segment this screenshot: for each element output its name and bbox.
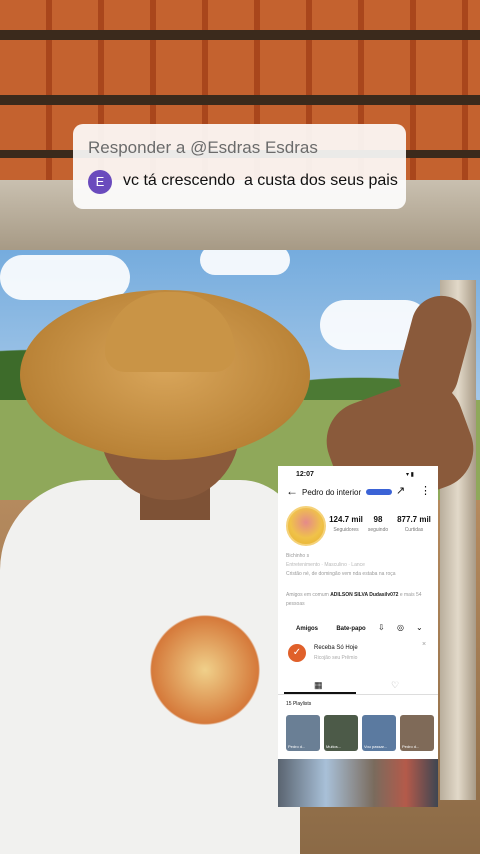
playlist-thumb[interactable]: Pedro d... (400, 715, 434, 751)
stat-following[interactable]: 98 seguindo (358, 515, 398, 533)
cloud (0, 255, 130, 300)
instagram-icon[interactable]: ◎ (397, 623, 404, 632)
more-options-icon[interactable]: ⋮ (420, 484, 431, 497)
bio-line: Entretenimento · Masculino · Lance (286, 562, 365, 568)
profile-topbar: ← Pedro do interior ↗ ⋮ (278, 484, 438, 500)
promo-card[interactable]: ✓ Receba Só Hoje Ricojão seu Prêmio × (286, 641, 431, 665)
promo-check-icon: ✓ (288, 644, 306, 662)
shirt-print (150, 600, 260, 740)
likes-count: 877.7 mil (397, 515, 431, 524)
active-tab-underline (284, 692, 356, 694)
chat-button[interactable]: Bate-papo (330, 623, 372, 635)
profile-screenshot-overlay: 12:07 ▾ ▮ ← Pedro do interior ↗ ⋮ 124.7 … (278, 466, 438, 807)
share-icon[interactable]: ↗ (396, 484, 405, 497)
profile-tabs: ▦ ♡ (278, 678, 438, 695)
profile-bio: Bichinho s Entretenimento · Masculino · … (286, 552, 434, 579)
promo-close-icon[interactable]: × (422, 641, 426, 648)
playlist-caption: Vou passar... (364, 744, 388, 749)
reply-comment-sticker[interactable]: Responder a @Esdras Esdras E vc tá cresc… (73, 124, 406, 209)
playlist-caption: Muitos... (326, 744, 342, 749)
profile-name: Pedro do interior (302, 488, 362, 497)
roof-beam (0, 30, 480, 40)
status-bar: 12:07 ▾ ▮ (278, 466, 438, 482)
liked-tab-icon[interactable]: ♡ (391, 680, 399, 691)
playlist-thumb[interactable]: Pedro d... (286, 715, 320, 751)
bio-line: Bichinho s (286, 553, 310, 559)
video-grid[interactable] (278, 759, 438, 807)
bio-line: Cristão né, de domingão vem nda estaba n… (286, 571, 396, 577)
mutual-friends-names: ADILSON SILVA Dudasilv072 (330, 592, 399, 598)
stat-likes[interactable]: 877.7 mil Curtidas (394, 515, 434, 533)
friends-button[interactable]: Amigos (290, 623, 324, 635)
following-label: seguindo (367, 527, 389, 533)
playlist-caption: Pedro d... (288, 744, 306, 749)
likes-label: Curtidas (404, 527, 424, 533)
verified-badge (366, 489, 392, 495)
playlist-caption: Pedro d... (402, 744, 420, 749)
playlist-thumb[interactable]: Muitos... (324, 715, 358, 751)
promo-subtitle: Ricojão seu Prêmio (314, 655, 358, 661)
mutual-friends-prefix: Amigos em comum (286, 592, 329, 598)
playlist-thumbnails: Pedro d... Muitos... Vou passar... Pedro… (286, 715, 438, 755)
promo-title: Receba Só Hoje (314, 645, 358, 651)
signal-battery-icon: ▾ ▮ (406, 472, 414, 478)
videos-grid-tab-icon[interactable]: ▦ (314, 680, 323, 691)
reply-comment-text: vc tá crescendo a custa dos seus pais (123, 172, 398, 189)
profile-avatar[interactable] (286, 506, 326, 546)
chevron-down-icon[interactable]: ⌄ (416, 623, 423, 632)
add-friend-icon[interactable]: ⇩ (378, 623, 385, 632)
commenter-avatar: E (88, 170, 112, 194)
reply-title: Responder a @Esdras Esdras (88, 138, 318, 157)
status-time: 12:07 (296, 471, 314, 478)
roof-beam (0, 95, 480, 105)
mutual-friends[interactable]: Amigos em comum ADILSON SILVA Dudasilv07… (286, 591, 434, 609)
playlist-thumb[interactable]: Vou passar... (362, 715, 396, 751)
back-arrow-icon[interactable]: ← (286, 484, 298, 498)
playlists-label[interactable]: 15 Playlists (286, 701, 311, 707)
following-count: 98 (373, 515, 383, 524)
